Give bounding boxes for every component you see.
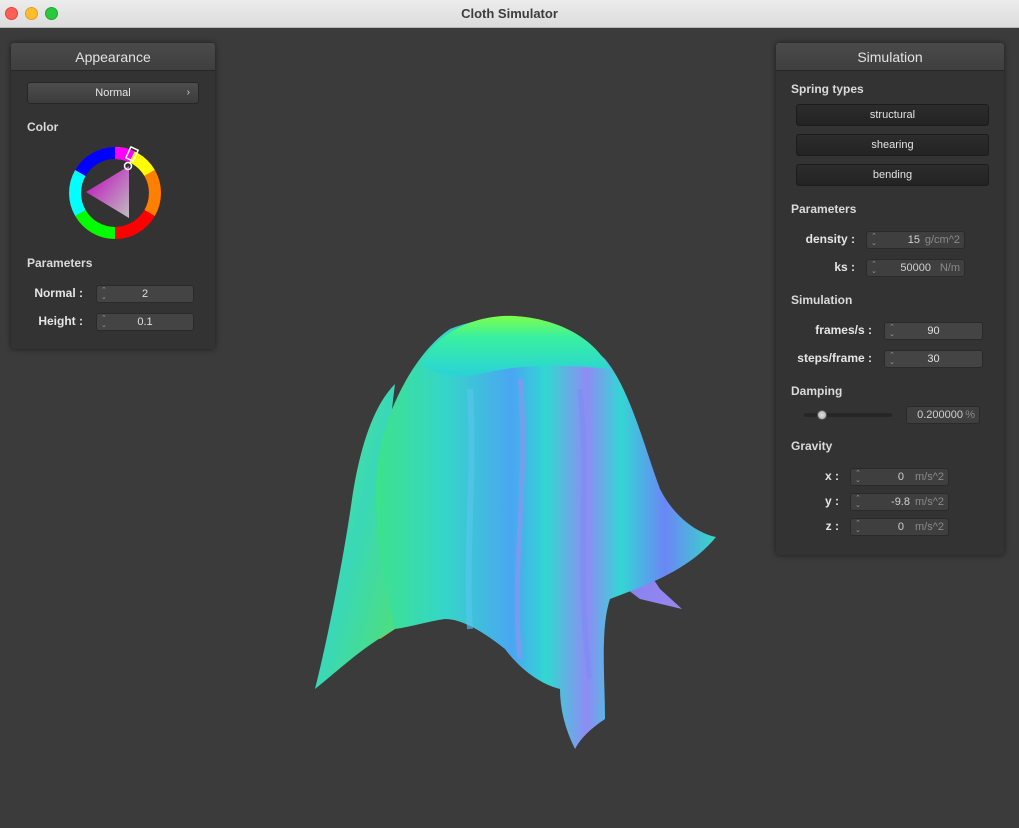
- gravity-y-label: y :: [824, 494, 839, 508]
- gravity-x-input[interactable]: ⌃ ⌄ 0 m/s^2: [850, 468, 949, 486]
- normal-input[interactable]: ⌃ ⌄ 2: [96, 285, 194, 303]
- normal-label: Normal :: [34, 286, 83, 300]
- ks-label: ks :: [834, 260, 855, 274]
- shader-dropdown-value: Normal: [95, 87, 131, 99]
- ks-input[interactable]: ⌃ ⌄ 50000 N/m: [866, 259, 965, 277]
- appearance-parameters-label: Parameters: [27, 256, 93, 270]
- density-input[interactable]: ⌃ ⌄ 15 g/cm^2: [866, 231, 965, 249]
- steps-per-frame-input[interactable]: ⌃ ⌄ 30: [884, 350, 983, 368]
- window-title: Cloth Simulator: [461, 6, 558, 21]
- damping-section-label: Damping: [791, 384, 843, 398]
- frames-per-second-label: frames/s :: [815, 323, 872, 337]
- spring-types-label: Spring types: [791, 82, 864, 96]
- steps-per-frame-label: steps/frame :: [797, 351, 872, 365]
- simulation-section-label: Simulation: [791, 293, 853, 307]
- stepper-arrows-icon[interactable]: ⌃ ⌄: [871, 233, 879, 247]
- structural-button[interactable]: structural: [796, 104, 989, 126]
- appearance-panel-title: Appearance: [11, 43, 215, 71]
- bending-button[interactable]: bending: [796, 164, 989, 186]
- shearing-button[interactable]: shearing: [796, 134, 989, 156]
- gravity-y-input[interactable]: ⌃ ⌄ -9.8 m/s^2: [850, 493, 949, 511]
- chevron-right-icon: ›: [186, 87, 190, 98]
- shader-dropdown[interactable]: Normal ›: [27, 82, 199, 104]
- simulation-panel: Simulation Spring types structural shear…: [776, 43, 1004, 555]
- frames-per-second-input[interactable]: ⌃ ⌄ 90: [884, 322, 983, 340]
- appearance-panel: Appearance Normal › Color Parameters Nor…: [11, 43, 215, 349]
- gravity-x-label: x :: [824, 469, 839, 483]
- color-section-label: Color: [27, 120, 59, 134]
- parameters-section-label: Parameters: [791, 202, 857, 216]
- gravity-z-label: z :: [825, 519, 839, 533]
- stepper-arrows-icon[interactable]: ⌃ ⌄: [855, 470, 863, 484]
- height-label: Height :: [38, 314, 83, 328]
- stepper-arrows-icon[interactable]: ⌃ ⌄: [855, 495, 863, 509]
- color-wheel[interactable]: [68, 146, 162, 240]
- damping-value-box[interactable]: 0.200000 %: [906, 406, 980, 424]
- height-input[interactable]: ⌃ ⌄ 0.1: [96, 313, 194, 331]
- title-bar: Cloth Simulator: [0, 0, 1019, 28]
- density-label: density :: [805, 232, 855, 246]
- stepper-arrows-icon[interactable]: ⌃ ⌄: [871, 261, 879, 275]
- gravity-section-label: Gravity: [791, 439, 833, 453]
- stepper-arrows-icon[interactable]: ⌃ ⌄: [855, 520, 863, 534]
- damping-slider-handle[interactable]: [816, 410, 827, 420]
- simulation-panel-title: Simulation: [776, 43, 1004, 71]
- gravity-z-input[interactable]: ⌃ ⌄ 0 m/s^2: [850, 518, 949, 536]
